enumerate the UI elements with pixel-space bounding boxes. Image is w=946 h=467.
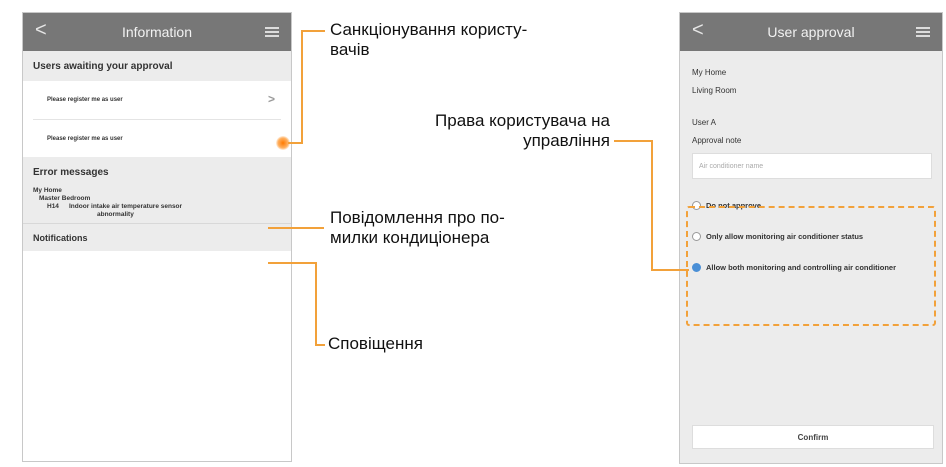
screen-title: Information [121, 24, 193, 40]
request-row[interactable]: Please register me as user > [23, 81, 291, 119]
error-message-line2: abnormality [97, 211, 134, 218]
top-bar: < User approval [680, 13, 942, 51]
callout-line [651, 269, 689, 271]
back-icon[interactable]: < [35, 19, 47, 42]
annotation-error-messages: Повідомлення про по- милки кондиціонера [330, 208, 505, 247]
callout-line [288, 142, 302, 144]
confirm-button[interactable]: Confirm [692, 425, 934, 449]
error-room: Master Bedroom [39, 195, 91, 202]
request-label: Please register me as user [47, 97, 123, 103]
user-name: User A [692, 117, 717, 127]
section-users-awaiting: Users awaiting your approval [23, 51, 291, 81]
top-bar: < Information [23, 13, 291, 51]
section-notifications[interactable]: Notifications [23, 223, 291, 251]
callout-line [268, 262, 316, 264]
section-error-messages: Error messages [23, 157, 291, 187]
annotation-notifications: Сповіщення [328, 334, 423, 353]
callout-line [301, 30, 303, 144]
callout-line [268, 227, 324, 229]
room-name: Living Room [692, 85, 737, 95]
callout-line [301, 30, 325, 32]
information-screen: < Information Users awaiting your approv… [22, 12, 292, 462]
chevron-right-icon: > [267, 92, 275, 106]
menu-icon[interactable] [265, 27, 279, 37]
screen-title: User approval [767, 24, 855, 40]
back-icon[interactable]: < [692, 19, 704, 42]
callout-line [651, 140, 653, 270]
callout-line [315, 262, 317, 346]
error-message-line1: Indoor intake air temperature sensor [69, 203, 183, 210]
approval-note-input[interactable]: Air conditioner name [692, 153, 932, 179]
annotation-user-approval: Санкціонування користу- вачів [330, 20, 528, 59]
options-highlight-box [686, 206, 936, 326]
callout-line [614, 140, 652, 142]
request-label: Please register me as user [47, 135, 123, 142]
request-row[interactable]: Please register me as user [33, 119, 281, 157]
error-code: H14 [47, 203, 59, 210]
home-name: My Home [692, 67, 727, 77]
callout-line [315, 344, 325, 346]
approval-note-label: Approval note [692, 135, 742, 145]
error-home: My Home [33, 187, 62, 194]
annotation-control-rights: Права користувача на управління [435, 111, 610, 150]
menu-icon[interactable] [916, 27, 930, 37]
error-entry[interactable]: My Home Master Bedroom H14 Indoor intake… [23, 187, 291, 223]
